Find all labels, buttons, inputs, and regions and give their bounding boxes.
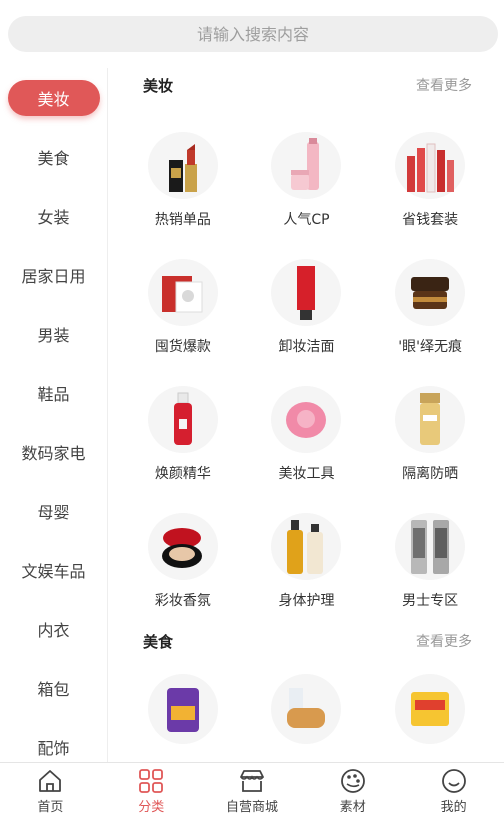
category-content: 美妆 查看更多 热销单品 人气CP 省钱套装 囤货爆款 卸妆洁面 '眼'绎无痕 …: [109, 68, 504, 762]
men-bottles-icon: [395, 513, 466, 580]
sidebar-item-household[interactable]: 居家日用: [0, 245, 107, 304]
nav-label: 分类: [138, 800, 165, 815]
nav-label: 首页: [37, 800, 64, 815]
sidebar-item-label: 箱包: [37, 679, 70, 699]
section-header-beauty: 美妆 查看更多: [109, 68, 504, 102]
search-bar[interactable]: [8, 16, 498, 52]
sidebar-item-beauty[interactable]: 美妆: [0, 68, 107, 127]
face-mask-icon: [147, 259, 218, 326]
category-tile[interactable]: '眼'绎无痕: [368, 229, 492, 356]
smile-face-icon: [441, 768, 467, 794]
nav-label: 我的: [440, 800, 467, 815]
sidebar-item-womens-clothing[interactable]: 女装: [0, 186, 107, 245]
category-tile[interactable]: 男士专区: [368, 483, 492, 610]
tile-label: 彩妆香氛: [154, 593, 211, 609]
category-tile[interactable]: 省钱套装: [368, 102, 492, 229]
sidebar-item-entertainment-auto[interactable]: 文娱车品: [0, 540, 107, 599]
home-icon: [37, 768, 63, 794]
sidebar-item-label: 配饰: [37, 738, 70, 758]
sidebar-item-label: 内衣: [37, 620, 70, 640]
tile-label: 人气CP: [283, 212, 330, 228]
cleansing-brush-icon: [271, 386, 342, 453]
view-more-link[interactable]: 查看更多: [416, 631, 472, 651]
tile-label: 男士专区: [402, 593, 459, 609]
nav-store[interactable]: 自营商城: [202, 763, 303, 820]
sidebar-item-label: 鞋品: [37, 384, 70, 404]
biscuit-pack-icon: [395, 674, 466, 744]
serum-bottle-icon: [147, 386, 218, 453]
bottom-nav: 首页 分类 自营商城 素材 我的: [0, 762, 504, 820]
category-tile[interactable]: 身体护理: [245, 483, 369, 610]
sidebar-item-digital[interactable]: 数码家电: [0, 422, 107, 481]
category-tile[interactable]: 彩妆香氛: [121, 483, 245, 610]
beauty-grid: 热销单品 人气CP 省钱套装 囤货爆款 卸妆洁面 '眼'绎无痕 焕颜精华 美妆工…: [109, 102, 504, 610]
sidebar-item-baby[interactable]: 母婴: [0, 481, 107, 540]
category-grid-icon: [138, 768, 164, 794]
category-tile[interactable]: 美妆工具: [245, 356, 369, 483]
sidebar-item-label: 美食: [37, 148, 70, 168]
nav-label: 素材: [339, 800, 366, 815]
store-icon: [238, 768, 266, 794]
tile-label: 身体护理: [278, 593, 335, 609]
sidebar-item-label: 男装: [37, 325, 70, 345]
category-tile[interactable]: 热销单品: [121, 102, 245, 229]
category-tile[interactable]: 囤货爆款: [121, 229, 245, 356]
nav-label: 自营商城: [225, 800, 278, 815]
tile-label: 美妆工具: [278, 466, 335, 482]
palette-icon: [340, 768, 366, 794]
category-tile[interactable]: 人气CP: [245, 102, 369, 229]
food-grid: [109, 658, 504, 744]
bread-icon: [271, 674, 342, 744]
section-header-food: 美食 查看更多: [109, 624, 504, 658]
category-tile[interactable]: [368, 658, 492, 744]
sidebar-item-label: 文娱车品: [21, 561, 86, 581]
sidebar-item-bags[interactable]: 箱包: [0, 658, 107, 717]
sidebar-item-mens-clothing[interactable]: 男装: [0, 304, 107, 363]
tile-label: 囤货爆款: [154, 339, 211, 355]
snack-bag-icon: [147, 674, 218, 744]
sidebar-item-label: 数码家电: [21, 443, 86, 463]
nav-home[interactable]: 首页: [0, 763, 101, 820]
sidebar-item-label: 居家日用: [21, 266, 86, 286]
category-sidebar: 美妆 美食 女装 居家日用 男装 鞋品 数码家电 母婴 文娱车品 内衣 箱包 配…: [0, 68, 108, 762]
tile-label: 卸妆洁面: [278, 339, 335, 355]
cushion-compact-icon: [147, 513, 218, 580]
cleanser-tube-icon: [271, 259, 342, 326]
search-input[interactable]: [8, 16, 498, 52]
sidebar-item-underwear[interactable]: 内衣: [0, 599, 107, 658]
section-title: 美食: [143, 632, 174, 651]
sidebar-item-label: 母婴: [37, 502, 70, 522]
category-tile[interactable]: [245, 658, 369, 744]
category-tile[interactable]: 卸妆洁面: [245, 229, 369, 356]
tile-label: 省钱套装: [402, 212, 459, 228]
sidebar-item-accessories[interactable]: 配饰: [0, 717, 107, 762]
bottle-set-icon: [395, 132, 466, 199]
nav-mine[interactable]: 我的: [403, 763, 504, 820]
sunscreen-icon: [395, 386, 466, 453]
sidebar-item-label: 美妆: [7, 79, 100, 116]
status-bar: [0, 0, 504, 10]
nav-category[interactable]: 分类: [101, 763, 202, 820]
tile-label: 热销单品: [154, 212, 211, 228]
category-tile[interactable]: 焕颜精华: [121, 356, 245, 483]
category-tile[interactable]: 隔离防晒: [368, 356, 492, 483]
skincare-set-icon: [271, 132, 342, 199]
eye-cream-jar-icon: [395, 259, 466, 326]
tile-label: 焕颜精华: [154, 466, 211, 482]
category-tile[interactable]: [121, 658, 245, 744]
lipstick-icon: [147, 132, 218, 199]
sidebar-item-label: 女装: [37, 207, 70, 227]
body-care-bottles-icon: [271, 513, 342, 580]
nav-materials[interactable]: 素材: [302, 763, 403, 820]
view-more-link[interactable]: 查看更多: [416, 75, 472, 95]
sidebar-item-shoes[interactable]: 鞋品: [0, 363, 107, 422]
sidebar-item-food[interactable]: 美食: [0, 127, 107, 186]
section-title: 美妆: [143, 76, 174, 95]
tile-label: 隔离防晒: [402, 466, 459, 482]
tile-label: '眼'绎无痕: [398, 339, 462, 355]
